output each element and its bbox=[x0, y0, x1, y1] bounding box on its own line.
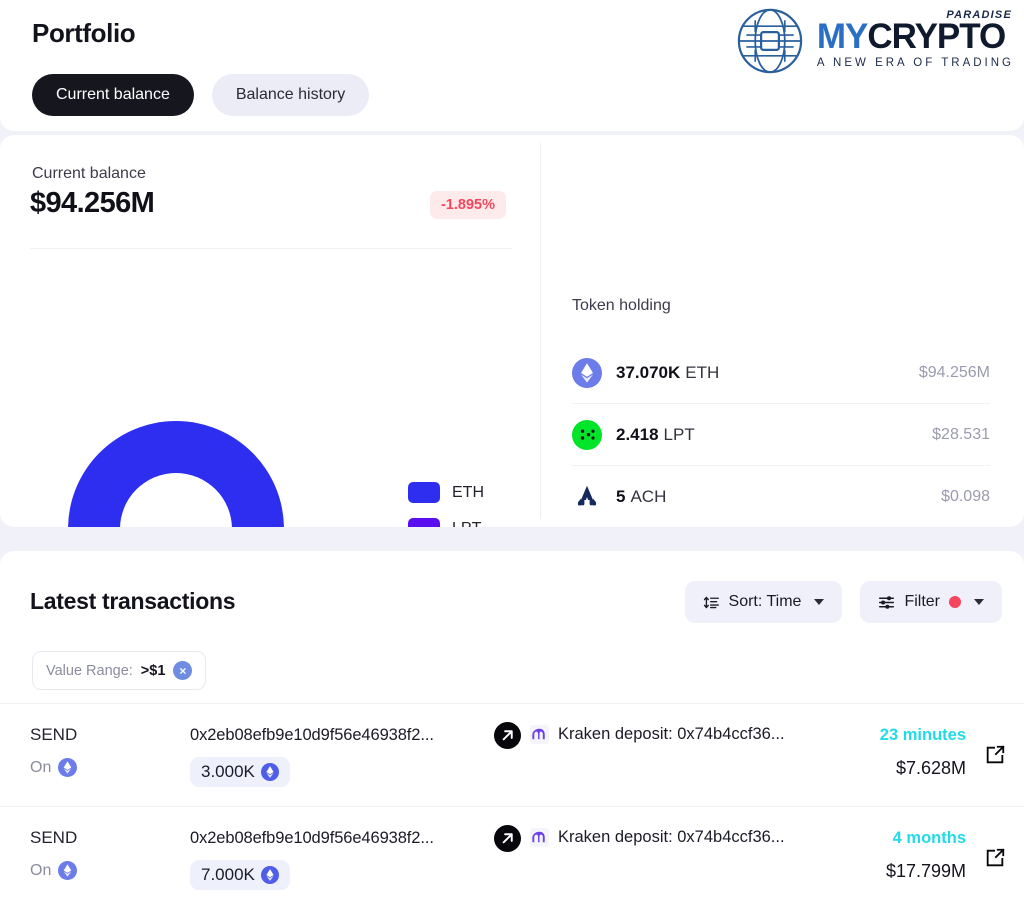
arrow-up-right-icon bbox=[494, 825, 521, 852]
logo-crypto-text: CRYPTO bbox=[867, 17, 1006, 56]
external-link-icon[interactable] bbox=[984, 744, 1006, 766]
ethereum-icon bbox=[572, 357, 602, 388]
ethereum-icon bbox=[260, 866, 279, 884]
tx-on-label: On bbox=[30, 758, 52, 776]
tx-address[interactable]: 0x2eb08efb9e10d9f56e46938f2... bbox=[190, 726, 434, 745]
token-amount: 5 bbox=[616, 487, 626, 506]
tx-counterparty-label: Kraken deposit: 0x74b4ccf36... bbox=[558, 828, 785, 846]
token-row-lpt[interactable]: 2.418 LPT $28.531 bbox=[572, 404, 990, 466]
legend-label-lpt: LPT bbox=[452, 520, 481, 528]
logo-my-text: MY bbox=[816, 17, 868, 56]
legend-label-eth: ETH bbox=[452, 483, 484, 501]
tx-time: 23 minutes bbox=[879, 726, 966, 744]
token-symbol: ETH bbox=[685, 362, 720, 382]
token-symbol: LPT bbox=[663, 424, 695, 444]
external-link-icon[interactable] bbox=[984, 847, 1006, 869]
arrow-up-right-icon bbox=[494, 722, 521, 749]
brand-logo: PARADISE MYCRYPTO A NEW ERA OF TRADING bbox=[733, 4, 1014, 78]
token-amount: 2.418 bbox=[616, 424, 659, 444]
tx-usd-value: $7.628M bbox=[895, 758, 966, 778]
tx-chain: On bbox=[30, 758, 78, 777]
token-symbol: ACH bbox=[630, 487, 667, 506]
tx-counterparty: Kraken deposit: 0x74b4ccf36... bbox=[530, 725, 785, 744]
transaction-controls: Sort: Time Filter bbox=[684, 581, 1002, 623]
token-row-ach[interactable]: 5 ACH $0.098 bbox=[572, 466, 990, 527]
tx-address[interactable]: 0x2eb08efb9e10d9f56e46938f2... bbox=[190, 829, 434, 848]
value-range-filter-chip[interactable]: Value Range: >$1 × bbox=[32, 651, 207, 690]
tab-balance-history[interactable]: Balance history bbox=[211, 74, 370, 116]
table-row[interactable]: SEND On 0x2eb08efb9e10d9f56e46938f2... 7… bbox=[0, 806, 1024, 909]
current-balance-value: $94.256M bbox=[30, 187, 155, 219]
header-bar: Portfolio Current balance Balance histor… bbox=[0, 0, 1024, 131]
logo-paradise-text: PARADISE bbox=[946, 9, 1012, 21]
livepeer-icon bbox=[572, 419, 602, 450]
tx-amount: 3.000K bbox=[201, 762, 255, 781]
current-balance-label: Current balance bbox=[32, 165, 146, 182]
ethereum-icon bbox=[260, 763, 279, 781]
tx-counterparty-label: Kraken deposit: 0x74b4ccf36... bbox=[558, 725, 785, 743]
latest-transactions-card: Latest transactions Sort: Time Filter Va… bbox=[0, 551, 1024, 910]
logo-tagline: A NEW ERA OF TRADING bbox=[816, 57, 1014, 69]
token-holding-list: 37.070K ETH $94.256M 2.418 LPT $28.531 5… bbox=[572, 342, 990, 527]
filter-label: Filter bbox=[904, 593, 940, 610]
token-usd-value: $28.531 bbox=[932, 425, 990, 443]
close-icon[interactable]: × bbox=[173, 661, 193, 680]
table-row[interactable]: SEND On 0x2eb08efb9e10d9f56e46938f2... 3… bbox=[0, 703, 1024, 806]
legend-item-eth: ETH bbox=[408, 482, 486, 503]
legend-item-lpt: LPT bbox=[408, 518, 486, 527]
balance-separator bbox=[30, 248, 512, 249]
legend-swatch-eth bbox=[408, 482, 440, 503]
tx-type: SEND bbox=[30, 725, 78, 744]
balance-change-badge: -1.895% bbox=[430, 191, 507, 219]
ethereum-icon bbox=[58, 861, 78, 880]
sort-label: Sort: Time bbox=[728, 593, 802, 610]
tx-amount: 7.000K bbox=[201, 865, 255, 884]
tx-amount-chip: 3.000K bbox=[190, 757, 290, 787]
token-usd-value: $0.098 bbox=[941, 488, 990, 505]
legend-swatch-lpt bbox=[408, 518, 440, 527]
tx-counterparty: Kraken deposit: 0x74b4ccf36... bbox=[530, 828, 785, 847]
portfolio-tabs: Current balance Balance history bbox=[32, 74, 370, 116]
kraken-icon bbox=[530, 725, 549, 744]
tx-amount-chip: 7.000K bbox=[190, 860, 290, 890]
alchemypay-icon bbox=[578, 485, 596, 506]
sort-icon bbox=[703, 596, 719, 608]
kraken-icon bbox=[530, 828, 549, 847]
allocation-donut-chart bbox=[68, 421, 284, 527]
tab-current-balance[interactable]: Current balance bbox=[32, 74, 194, 116]
tx-usd-value: $17.799M bbox=[885, 861, 966, 881]
tx-type: SEND bbox=[30, 828, 78, 847]
token-usd-value: $94.256M bbox=[918, 363, 990, 381]
chip-key: Value Range: bbox=[46, 662, 133, 679]
tx-on-label: On bbox=[30, 861, 52, 879]
panel-divider bbox=[540, 143, 541, 519]
globe-circuit-icon bbox=[737, 8, 803, 74]
chevron-down-icon bbox=[814, 599, 825, 605]
page-title: Portfolio bbox=[32, 18, 136, 48]
tx-time: 4 months bbox=[892, 829, 966, 847]
latest-transactions-title: Latest transactions bbox=[30, 588, 236, 614]
token-amount: 37.070K bbox=[616, 362, 681, 382]
filter-button[interactable]: Filter bbox=[860, 581, 1002, 623]
chip-value: >$1 bbox=[140, 662, 166, 679]
token-row-eth[interactable]: 37.070K ETH $94.256M bbox=[572, 342, 990, 404]
tx-chain: On bbox=[30, 861, 78, 880]
portfolio-card: Current balance $94.256M -1.895% ETH LPT… bbox=[0, 135, 1024, 527]
ethereum-icon bbox=[58, 758, 78, 777]
sort-button[interactable]: Sort: Time bbox=[684, 581, 843, 623]
donut-legend: ETH LPT ACH bbox=[408, 482, 486, 527]
filter-sliders-icon bbox=[879, 595, 895, 609]
filter-active-dot bbox=[949, 596, 961, 608]
token-holding-title: Token holding bbox=[572, 297, 671, 314]
chevron-down-icon bbox=[974, 599, 984, 605]
